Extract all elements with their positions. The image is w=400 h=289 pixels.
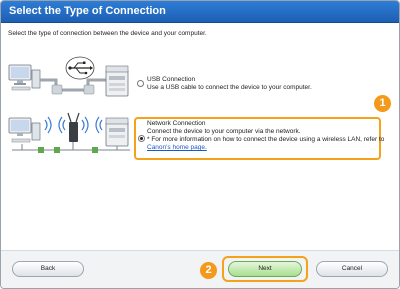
computer-icon	[8, 64, 41, 91]
usb-icon	[65, 56, 95, 80]
next-button[interactable]: Next	[228, 261, 302, 277]
network-connection-illustration	[8, 112, 130, 153]
usb-connection-description: Use a USB cable to connect the device to…	[147, 84, 312, 91]
router-icon	[67, 112, 80, 142]
step-2-badge: 2	[200, 262, 217, 279]
back-button[interactable]: Back	[12, 261, 84, 277]
usb-connection-illustration	[8, 56, 129, 97]
printer-icon	[105, 117, 129, 147]
usb-connection-radio[interactable]	[137, 80, 144, 87]
cancel-button[interactable]: Cancel	[316, 261, 388, 277]
wireless-signal-icon	[44, 116, 52, 134]
title-bar: Select the Type of Connection	[1, 1, 399, 23]
canon-home-page-link[interactable]: Canon's home page.	[147, 144, 207, 151]
network-connection-title: Network Connection	[147, 120, 206, 127]
printer-icon	[105, 65, 129, 97]
wireless-signal-icon	[95, 116, 103, 134]
step-1-badge: 1	[374, 95, 391, 112]
window-title: Select the Type of Connection	[9, 5, 166, 17]
instruction-text: Select the type of connection between th…	[8, 30, 207, 37]
network-connection-description: Connect the device to your computer via …	[147, 128, 301, 135]
network-connection-note: * For more information on how to connect…	[147, 136, 385, 143]
usb-connection-title: USB Connection	[147, 76, 196, 83]
network-connection-radio[interactable]	[138, 135, 145, 142]
computer-icon	[8, 117, 41, 143]
